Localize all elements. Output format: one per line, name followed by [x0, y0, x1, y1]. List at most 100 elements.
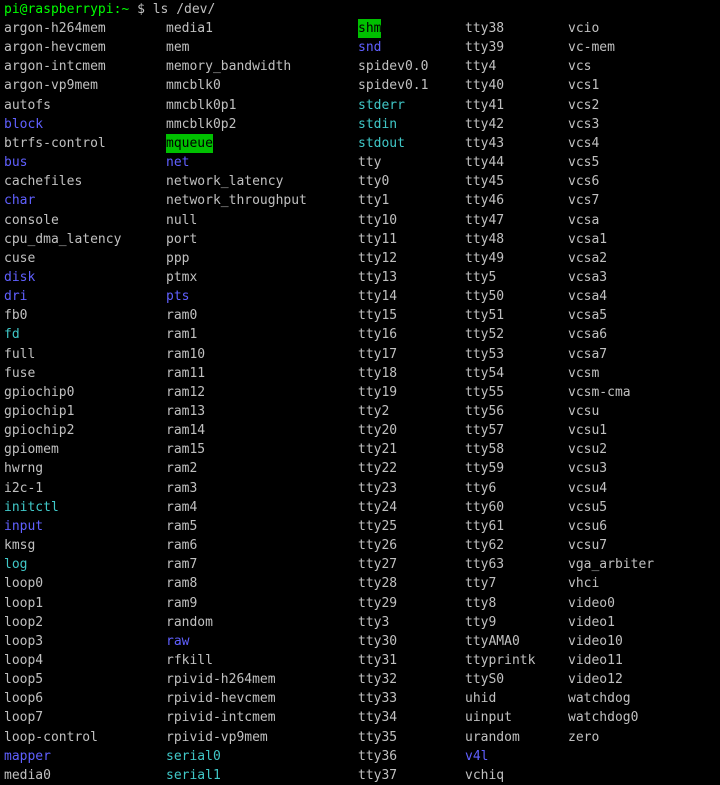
dev-entry: net	[166, 155, 190, 170]
dev-entry: console	[4, 212, 59, 228]
dev-entry: ptmx	[166, 269, 198, 285]
dev-entry: tty12	[358, 250, 398, 266]
dev-entry: vcsu2	[568, 442, 608, 458]
dev-entry: network_throughput	[166, 193, 307, 209]
dev-entry: tty3	[358, 614, 390, 630]
prompt-user-host: pi@raspberrypi:	[4, 2, 122, 17]
dev-entry: tty	[358, 155, 382, 170]
dev-entry: ram7	[166, 557, 198, 573]
dev-entry: ppp	[166, 250, 190, 266]
dev-entry: tty0	[358, 174, 390, 190]
dev-entry: rpivid-intcmem	[166, 710, 276, 726]
dev-entry: mmcblk0p2	[166, 116, 237, 132]
dev-entry: tty13	[358, 269, 398, 285]
dev-entry: watchdog0	[568, 710, 639, 726]
dev-entry: vga_arbiter	[568, 557, 655, 573]
dev-entry: ram14	[166, 423, 206, 439]
dev-entry: input	[4, 518, 44, 534]
dev-entry: tty5	[465, 269, 497, 285]
dev-entry: vcsu7	[568, 538, 608, 553]
dev-entry: network_latency	[166, 174, 284, 190]
dev-entry: gpiochip0	[4, 384, 75, 400]
dev-entry: mapper	[4, 748, 51, 764]
dev-entry: tty61	[465, 518, 505, 534]
dev-entry: serial1	[166, 767, 221, 783]
dev-entry: tty48	[465, 231, 505, 247]
dev-entry: serial0	[166, 748, 221, 764]
dev-entry: stdout	[358, 135, 405, 151]
dev-entry: kmsg	[4, 538, 36, 553]
dev-entry: watchdog	[568, 691, 631, 707]
dev-entry: tty10	[358, 212, 398, 228]
dev-entry: log	[4, 557, 28, 573]
dev-entry: tty41	[465, 97, 505, 113]
dev-entry: loop1	[4, 595, 44, 611]
dev-entry: tty27	[358, 557, 398, 573]
dev-entry: video1	[568, 614, 615, 630]
dev-entry: mem	[166, 40, 190, 56]
dev-entry: tty53	[465, 346, 505, 362]
dev-entry: tty46	[465, 193, 505, 209]
dev-entry: shm	[358, 19, 382, 38]
dev-entry: tty51	[465, 308, 505, 324]
dev-entry: dri	[4, 289, 28, 305]
dev-entry: vcsa4	[568, 289, 608, 305]
dev-entry: tty47	[465, 212, 505, 228]
dev-entry: vchiq	[465, 767, 505, 783]
dev-entry: tty56	[465, 404, 505, 419]
dev-entry: tty4	[465, 59, 497, 75]
dev-entry: loop-control	[4, 729, 98, 745]
dev-entry: vcsa3	[568, 269, 608, 285]
terminal-window[interactable]: pi@raspberrypi:~ $ ls /dev/ argon-h264me…	[0, 0, 720, 785]
dev-entry: video10	[568, 633, 623, 649]
dev-entry: ram13	[166, 404, 206, 419]
dev-entry: vcsa1	[568, 231, 608, 247]
dev-entry: vcs4	[568, 135, 600, 151]
dev-entry: ram1	[166, 327, 198, 343]
dev-entry: ram10	[166, 346, 206, 362]
dev-entry: tty22	[358, 461, 398, 477]
command-line: pi@raspberrypi:~ $ ls /dev/	[4, 0, 215, 19]
dev-entry: vcsa2	[568, 250, 608, 266]
dev-entry: vcsa6	[568, 327, 608, 343]
dev-entry: port	[166, 231, 198, 247]
dev-entry: tty30	[358, 633, 398, 649]
dev-entry: tty58	[465, 442, 505, 458]
dev-entry: ram8	[166, 576, 198, 592]
dev-entry: tty37	[358, 767, 398, 783]
dev-entry: tty36	[358, 748, 398, 764]
dev-entry: v4l	[465, 748, 489, 764]
dev-entry: tty43	[465, 135, 505, 151]
dev-entry: loop3	[4, 633, 44, 649]
dev-entry: media0	[4, 767, 51, 783]
dev-entry: tty6	[465, 480, 497, 496]
dev-entry: tty19	[358, 384, 398, 400]
dev-entry: tty16	[358, 327, 398, 343]
dev-entry: vcs	[568, 59, 592, 75]
dev-entry: tty2	[358, 404, 390, 419]
dev-entry: autofs	[4, 97, 51, 113]
dev-entry: stderr	[358, 97, 405, 113]
dev-entry: loop5	[4, 672, 44, 688]
dev-entry: hwrng	[4, 461, 44, 477]
dev-entry: stdin	[358, 116, 398, 132]
dev-entry: ram3	[166, 480, 198, 496]
dev-entry: tty59	[465, 461, 505, 477]
dev-entry: rpivid-hevcmem	[166, 691, 276, 707]
dev-entry: vcsu5	[568, 499, 608, 515]
dev-entry: vcsa5	[568, 308, 608, 324]
prompt-cwd: ~	[121, 2, 130, 17]
dev-entry: vcsm	[568, 365, 600, 381]
dev-entry: ram15	[166, 442, 206, 458]
dev-entry: tty31	[358, 652, 398, 668]
dev-entry: ram0	[166, 308, 198, 324]
dev-entry: vcsa7	[568, 346, 608, 362]
dev-entry: tty62	[465, 538, 505, 553]
dev-entry: gpiomem	[4, 442, 59, 458]
dev-entry: uhid	[465, 691, 497, 707]
dev-entry: rpivid-h264mem	[166, 672, 276, 688]
dev-entry: ram12	[166, 384, 206, 400]
dev-entry: mmcblk0	[166, 78, 221, 94]
dev-entry: tty54	[465, 365, 505, 381]
dev-entry: tty23	[358, 480, 398, 496]
